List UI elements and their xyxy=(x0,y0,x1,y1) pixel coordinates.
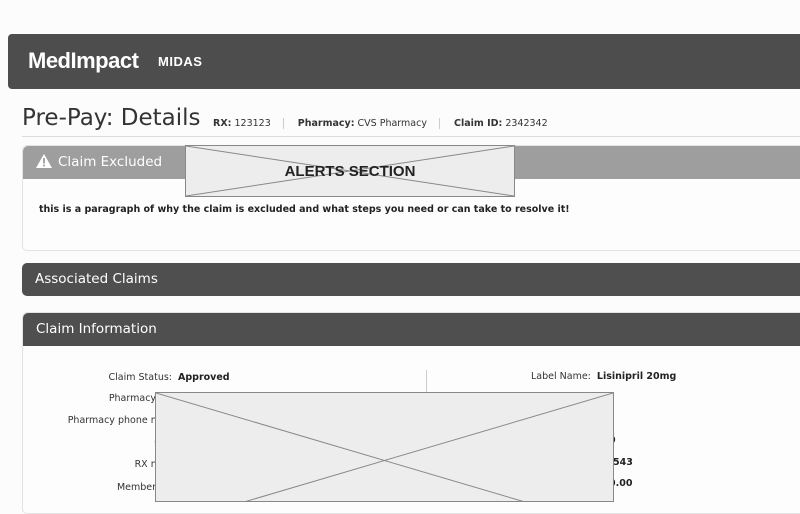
field-rx-number: RX num xyxy=(22,459,172,470)
meta-claim-id: Claim ID: 2342342 xyxy=(438,118,560,129)
field-label: Pharmacy phone num xyxy=(67,415,172,426)
claim-meta: RX: 123123 Pharmacy: CVS Pharmacy Claim ID… xyxy=(213,118,560,129)
field-member-name: Member Na xyxy=(22,482,172,493)
alert-message: this is a paragraph of why the claim is … xyxy=(39,204,570,215)
meta-rx: RX: 123123 xyxy=(213,118,283,129)
field-label: Clai xyxy=(22,437,172,448)
field-label: Member Na xyxy=(116,482,172,493)
meta-claim-id-value: 2342342 xyxy=(505,118,548,129)
alert-title: Claim Excluded xyxy=(58,154,163,170)
field-claim-status: Claim Status: Approved xyxy=(22,372,230,383)
field-value: Approved xyxy=(178,372,230,383)
alerts-section-label: ALERTS SECTION xyxy=(284,163,416,180)
claim-information-header[interactable]: Claim Information xyxy=(23,313,800,346)
field-label: Label Name: xyxy=(531,371,591,382)
field-pharmacy-name: Pharmacy Na xyxy=(22,393,172,404)
meta-rx-value: 123123 xyxy=(234,118,271,129)
meta-pharmacy: Pharmacy: CVS Pharmacy xyxy=(282,118,439,129)
warning-icon xyxy=(36,148,52,181)
associated-claims-panel: Associated Claims xyxy=(22,263,800,296)
field-label-name: Label Name: Lisinipril 20mg xyxy=(531,371,676,382)
field-value: Lisinipril 20mg xyxy=(596,371,677,382)
meta-rx-label: RX: xyxy=(213,118,232,129)
meta-pharmacy-value: CVS Pharmacy xyxy=(357,118,427,129)
meta-claim-id-label: Claim ID: xyxy=(453,118,503,129)
field-label: Pharmacy Na xyxy=(108,393,172,404)
column-divider xyxy=(426,370,427,394)
title-divider xyxy=(22,136,800,137)
alerts-section-placeholder: ALERTS SECTION xyxy=(185,145,515,197)
value-fragment: 543 xyxy=(613,457,633,468)
content-placeholder xyxy=(155,392,614,502)
field-claim: Clai xyxy=(22,437,172,448)
page-title: Pre-Pay: Details xyxy=(22,105,201,131)
field-label: Claim Status: xyxy=(108,372,172,383)
meta-pharmacy-label: Pharmacy: xyxy=(297,118,355,129)
field-label: RX num xyxy=(134,459,172,470)
app-name: MIDAS xyxy=(158,54,203,69)
app-header: MedImpact MIDAS xyxy=(8,34,800,89)
associated-claims-header[interactable]: Associated Claims xyxy=(22,263,800,296)
field-pharmacy-phone: Pharmacy phone num xyxy=(22,415,172,426)
placeholder-cross-icon xyxy=(156,393,613,501)
medimpact-logo[interactable]: MedImpact xyxy=(28,48,139,74)
